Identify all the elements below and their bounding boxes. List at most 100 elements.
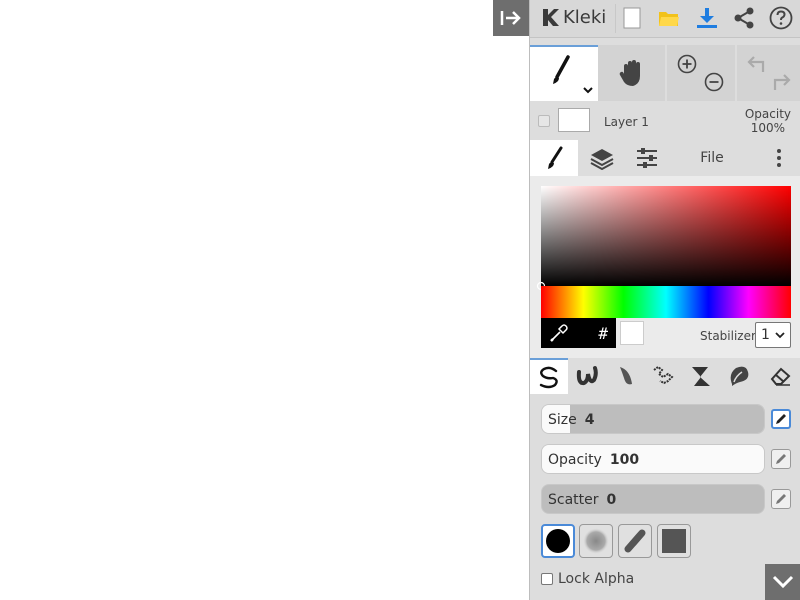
tool-row xyxy=(530,45,800,101)
brush-type-sketchy[interactable] xyxy=(606,358,644,394)
brush-type-smudge[interactable] xyxy=(720,358,758,394)
size-slider[interactable]: Size 4 xyxy=(541,404,765,434)
blend-stroke-icon xyxy=(576,366,598,386)
zoom-out-icon[interactable] xyxy=(704,72,724,92)
brush-icon xyxy=(553,55,593,94)
tab-file[interactable]: File xyxy=(680,140,744,176)
opacity-value: 100 xyxy=(609,452,640,468)
app-name: Kleki xyxy=(563,6,607,28)
layer-thumbnail xyxy=(558,108,590,132)
tab-brush[interactable] xyxy=(530,140,578,176)
tab-layers[interactable] xyxy=(578,140,626,176)
chevron-down-icon xyxy=(772,575,794,589)
saturation-value-picker[interactable] xyxy=(541,186,791,286)
kleki-logo-icon xyxy=(543,9,559,26)
brush-type-chemy[interactable] xyxy=(682,358,720,394)
sidebar: Kleki Layer 1 Opacity 100% File # Stabil… xyxy=(529,0,800,600)
scatter-label: Scatter xyxy=(548,492,599,508)
drawing-canvas[interactable] xyxy=(0,0,529,600)
help-button[interactable] xyxy=(768,5,794,31)
share-icon xyxy=(734,7,754,29)
size-value: 4 xyxy=(584,412,595,428)
brush-type-blend[interactable] xyxy=(568,358,606,394)
divider xyxy=(615,4,616,33)
chevron-down-icon xyxy=(775,332,785,339)
secondary-color-swatch[interactable] xyxy=(620,321,644,345)
blank-page-icon xyxy=(623,7,641,29)
layers-icon xyxy=(590,149,614,170)
brush-tool-button[interactable] xyxy=(530,45,598,101)
sketchy-stroke-icon xyxy=(620,367,632,385)
more-menu-button[interactable] xyxy=(764,140,794,176)
undo-icon[interactable] xyxy=(745,54,767,74)
round-brush-icon xyxy=(546,529,570,553)
brush-shape-chisel[interactable] xyxy=(618,524,652,558)
new-image-button[interactable] xyxy=(619,5,645,31)
redo-icon[interactable] xyxy=(771,72,793,92)
download-button[interactable] xyxy=(694,5,720,31)
size-label: Size xyxy=(548,412,577,428)
lock-alpha-option[interactable]: Lock Alpha xyxy=(541,571,634,587)
top-bar: Kleki xyxy=(530,0,800,38)
layer-name: Layer 1 xyxy=(604,115,649,129)
opacity-label: Opacity xyxy=(548,452,602,468)
opacity-pressure-toggle[interactable] xyxy=(771,449,791,469)
pen-pressure-icon xyxy=(776,494,786,504)
stabilizer-label: Stabilizer xyxy=(700,329,756,343)
scroll-down-button[interactable] xyxy=(765,564,800,600)
hand-icon xyxy=(619,60,640,86)
active-layer-row[interactable]: Layer 1 Opacity 100% xyxy=(530,103,800,140)
app-logo[interactable]: Kleki xyxy=(540,6,606,28)
brush-shape-square[interactable] xyxy=(657,524,691,558)
scatter-slider-text: Scatter 0 xyxy=(548,492,616,508)
stabilizer-select[interactable]: 1 xyxy=(755,322,791,348)
tab-adjustments[interactable] xyxy=(626,140,668,176)
scatter-value: 0 xyxy=(606,492,617,508)
size-pressure-toggle[interactable] xyxy=(771,409,791,429)
eyedropper-button[interactable]: # xyxy=(541,318,616,348)
smudge-stroke-icon xyxy=(730,366,749,386)
pixel-stroke-icon xyxy=(653,365,674,385)
size-slider-text: Size 4 xyxy=(548,412,595,428)
brush-type-pen[interactable] xyxy=(530,358,568,394)
layer-opacity: Opacity 100% xyxy=(745,107,791,135)
share-button[interactable] xyxy=(731,5,757,31)
download-icon xyxy=(697,8,717,28)
pen-pressure-icon xyxy=(776,414,786,424)
undo-redo-controls xyxy=(737,45,800,101)
layer-opacity-label: Opacity xyxy=(744,107,791,121)
layer-visibility-checkbox[interactable] xyxy=(538,115,550,127)
opacity-slider-text: Opacity 100 xyxy=(548,452,639,468)
brush-type-row xyxy=(530,358,800,394)
scatter-pressure-toggle[interactable] xyxy=(771,489,791,509)
brush-type-pixel[interactable] xyxy=(644,358,682,394)
pen-stroke-icon xyxy=(539,366,558,389)
brush-shape-round[interactable] xyxy=(541,524,575,558)
color-panel: # Stabilizer 1 xyxy=(530,176,800,358)
brush-type-eraser[interactable] xyxy=(761,358,799,394)
soft-brush-icon xyxy=(583,528,609,554)
scatter-slider[interactable]: Scatter 0 xyxy=(541,484,765,514)
stabilizer-value: 1 xyxy=(761,327,770,343)
brush-shape-soft[interactable] xyxy=(579,524,613,558)
more-vertical-icon xyxy=(777,149,781,167)
collapse-sidebar-button[interactable] xyxy=(493,0,529,36)
eyedropper-icon xyxy=(550,324,568,342)
help-icon xyxy=(769,6,793,30)
hue-slider[interactable] xyxy=(541,286,791,318)
lock-alpha-checkbox[interactable] xyxy=(541,573,553,585)
eraser-icon xyxy=(770,367,791,386)
size-slider-track xyxy=(570,405,764,433)
sliders-icon xyxy=(637,148,657,168)
hex-input-toggle[interactable]: # xyxy=(598,324,608,343)
opacity-slider[interactable]: Opacity 100 xyxy=(541,444,765,474)
zoom-in-icon[interactable] xyxy=(677,54,697,74)
brush-icon xyxy=(548,146,563,169)
pen-pressure-icon xyxy=(776,454,786,464)
chisel-brush-icon xyxy=(624,529,646,553)
arrow-right-bar-icon xyxy=(500,11,521,25)
zoom-controls xyxy=(667,45,735,101)
hand-tool-button[interactable] xyxy=(598,45,665,101)
lock-alpha-label: Lock Alpha xyxy=(558,571,635,587)
open-image-button[interactable] xyxy=(656,5,682,31)
